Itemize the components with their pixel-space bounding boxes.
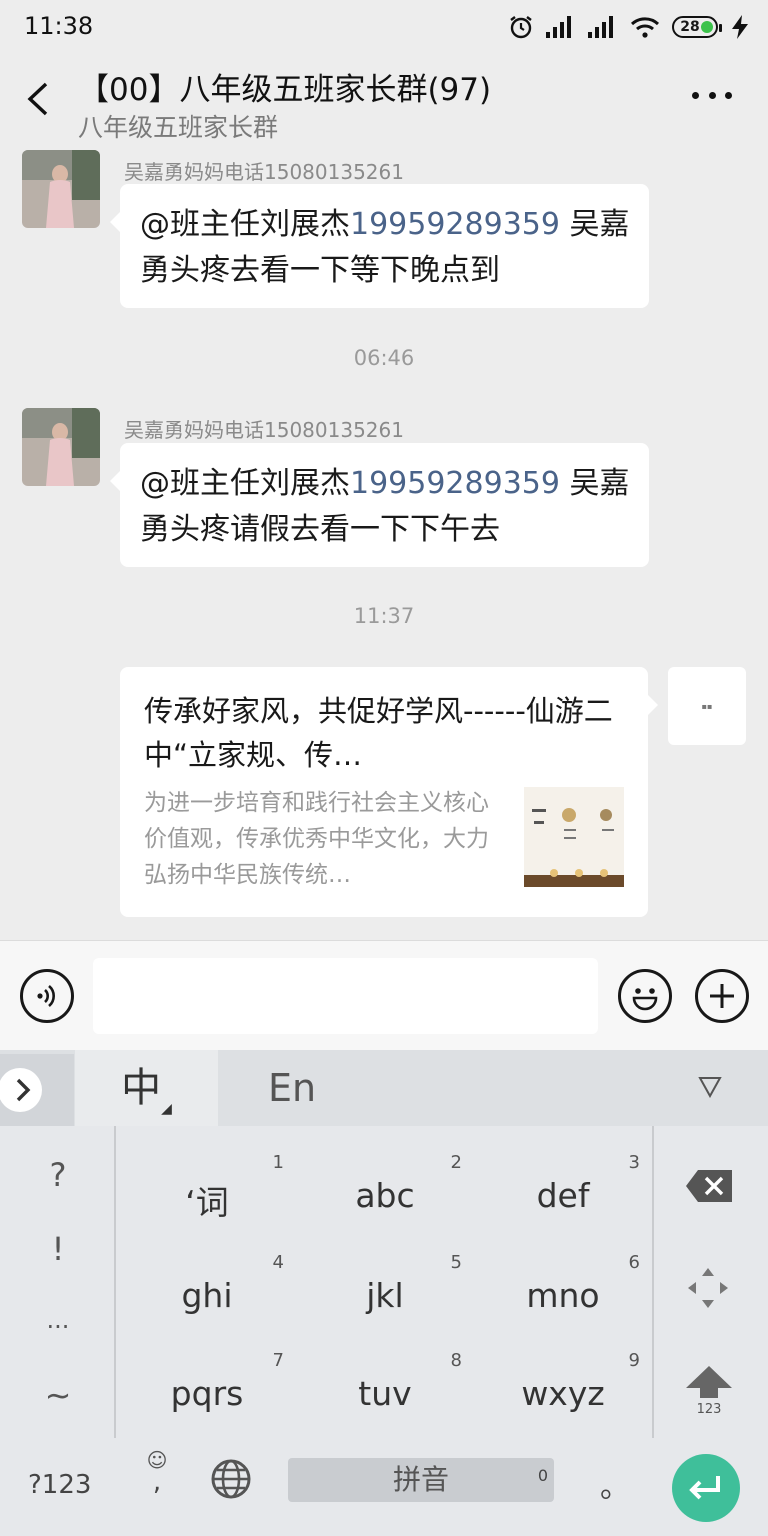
sender-avatar[interactable] bbox=[22, 150, 100, 228]
key-6[interactable]: 6 mno bbox=[474, 1236, 652, 1336]
article-title: 传承好家风，共促好学风------仙游二中“立家规、传… bbox=[144, 694, 613, 772]
backspace-icon bbox=[686, 1170, 732, 1202]
message-input[interactable] bbox=[93, 958, 598, 1034]
arrows-icon bbox=[688, 1268, 728, 1308]
more-options-button[interactable] bbox=[692, 88, 732, 102]
function-column: 123 bbox=[652, 1126, 768, 1438]
message-timestamp: 11:37 bbox=[353, 604, 415, 628]
space-label: 拼音 bbox=[392, 1463, 449, 1496]
key-5[interactable]: 5 jkl bbox=[296, 1236, 474, 1336]
status-icons: 28 bbox=[508, 12, 750, 42]
mention-name: @班主任刘展杰 bbox=[140, 207, 350, 242]
punct-key[interactable]: ? bbox=[0, 1156, 116, 1194]
chat-subtitle: 八年级五班家长群 bbox=[78, 113, 279, 142]
english-mode-tab[interactable]: En bbox=[268, 1050, 316, 1126]
status-bar: 11:38 28 bbox=[0, 0, 768, 52]
sender-name: 吴嘉勇妈妈电话15080135261 bbox=[124, 418, 404, 442]
chevron-left-icon bbox=[27, 82, 48, 116]
alarm-icon bbox=[508, 14, 534, 40]
mention-phone[interactable]: 19959289359 bbox=[350, 466, 560, 501]
message-timestamp: 06:46 bbox=[353, 346, 415, 370]
key-1[interactable]: 1 ‘词 bbox=[118, 1136, 296, 1236]
chat-header: 【00】八年级五班家长群(97) 八年级五班家长群 bbox=[0, 52, 768, 144]
signal-icon-2 bbox=[588, 16, 618, 38]
language-key[interactable] bbox=[210, 1458, 252, 1504]
key-4[interactable]: 4 ghi bbox=[118, 1236, 296, 1336]
comma-label: , bbox=[152, 1467, 162, 1497]
mention-phone[interactable]: 19959289359 bbox=[350, 207, 560, 242]
globe-icon bbox=[211, 1459, 251, 1499]
emoji-icon bbox=[632, 988, 658, 1011]
wifi-icon bbox=[630, 16, 660, 38]
message-bubble[interactable]: @班主任刘展杰19959289359 吴嘉勇头疼请假去看一下下午去 bbox=[110, 443, 649, 567]
back-button[interactable] bbox=[22, 76, 58, 122]
keyboard-toolbar: 中◢ En bbox=[0, 1050, 768, 1126]
signal-icon bbox=[546, 16, 576, 38]
chinese-mode-label: 中 bbox=[121, 1065, 162, 1111]
charging-icon bbox=[730, 15, 750, 39]
message-bubble[interactable]: @班主任刘展杰19959289359 吴嘉勇头疼去看一下等下晚点到 bbox=[110, 184, 649, 308]
chat-messages[interactable]: 吴嘉勇妈妈电话15080135261 @班主任刘展杰19959289359 吴嘉… bbox=[0, 144, 768, 940]
plus-icon bbox=[710, 984, 734, 1008]
punct-key[interactable]: ! bbox=[0, 1230, 116, 1268]
cursor-move-key[interactable] bbox=[686, 1266, 730, 1314]
sender-name: 吴嘉勇妈妈电话15080135261 bbox=[124, 160, 404, 184]
voice-icon bbox=[37, 985, 55, 1007]
triangle-down-icon bbox=[698, 1077, 722, 1099]
punct-key[interactable]: ~ bbox=[0, 1376, 116, 1414]
arrow-up-icon bbox=[686, 1366, 732, 1398]
punctuation-column: ? ! ... ~ bbox=[0, 1126, 116, 1438]
keyboard-bottom-row: ?123 ☺ , 拼音 0 。 bbox=[0, 1438, 768, 1536]
article-thumbnail bbox=[524, 787, 624, 887]
key-2[interactable]: 2 abc bbox=[296, 1136, 474, 1236]
key-8[interactable]: 8 tuv bbox=[296, 1334, 474, 1434]
voice-input-button[interactable] bbox=[20, 969, 74, 1023]
symbols-key[interactable]: ?123 bbox=[28, 1470, 91, 1500]
shift-label: 123 bbox=[696, 1402, 722, 1417]
enter-icon bbox=[689, 1476, 720, 1500]
space-key[interactable]: 拼音 0 bbox=[288, 1458, 554, 1502]
mention-name: @班主任刘展杰 bbox=[140, 466, 350, 501]
keyboard: ? ! ... ~ 1 ‘词 2 abc 3 def 4 ghi 5 jkl 6 mno 7… bbox=[0, 1126, 768, 1536]
hide-keyboard-button[interactable] bbox=[698, 1076, 722, 1099]
keyboard-menu-button[interactable] bbox=[0, 1054, 74, 1126]
chat-title: 【00】八年级五班家长群(97) bbox=[78, 72, 492, 108]
shift-key[interactable]: 123 bbox=[684, 1366, 734, 1417]
article-description: 为进一步培育和践行社会主义核心价值观，传承优秀中华文化，大力弘扬中华民族传统… bbox=[144, 790, 489, 888]
message-item: 吴嘉勇妈妈电话15080135261 @班主任刘展杰19959289359 吴嘉… bbox=[0, 402, 768, 572]
key-9[interactable]: 9 wxyz bbox=[474, 1334, 652, 1434]
battery-level: 28 bbox=[680, 19, 700, 35]
period-key[interactable]: 。 bbox=[600, 1462, 630, 1506]
message-item: 吴嘉勇妈妈电话15080135261 @班主任刘展杰19959289359 吴嘉… bbox=[0, 144, 768, 314]
key-3[interactable]: 3 def bbox=[474, 1136, 652, 1236]
status-time: 11:38 bbox=[24, 12, 94, 40]
chevron-right-icon bbox=[0, 1068, 42, 1112]
enter-key[interactable] bbox=[672, 1454, 740, 1522]
message-input-bar bbox=[0, 940, 768, 1050]
emoji-button[interactable] bbox=[618, 969, 672, 1023]
more-functions-button[interactable] bbox=[695, 969, 749, 1023]
punct-key[interactable]: ... bbox=[0, 1306, 116, 1334]
sender-avatar[interactable] bbox=[22, 408, 100, 486]
key-7[interactable]: 7 pqrs bbox=[118, 1334, 296, 1434]
emoji-comma-key[interactable]: ☺ , bbox=[142, 1448, 172, 1497]
battery-icon: 28 bbox=[672, 16, 722, 38]
my-avatar[interactable]: ▪▪ bbox=[668, 667, 746, 745]
chinese-mode-tab[interactable]: 中◢ bbox=[75, 1050, 218, 1126]
shared-article-card[interactable]: 传承好家风，共促好学风------仙游二中“立家规、传… 为进一步培育和践行社会… bbox=[120, 667, 658, 917]
backspace-key[interactable] bbox=[684, 1168, 734, 1208]
space-number: 0 bbox=[537, 1466, 548, 1485]
